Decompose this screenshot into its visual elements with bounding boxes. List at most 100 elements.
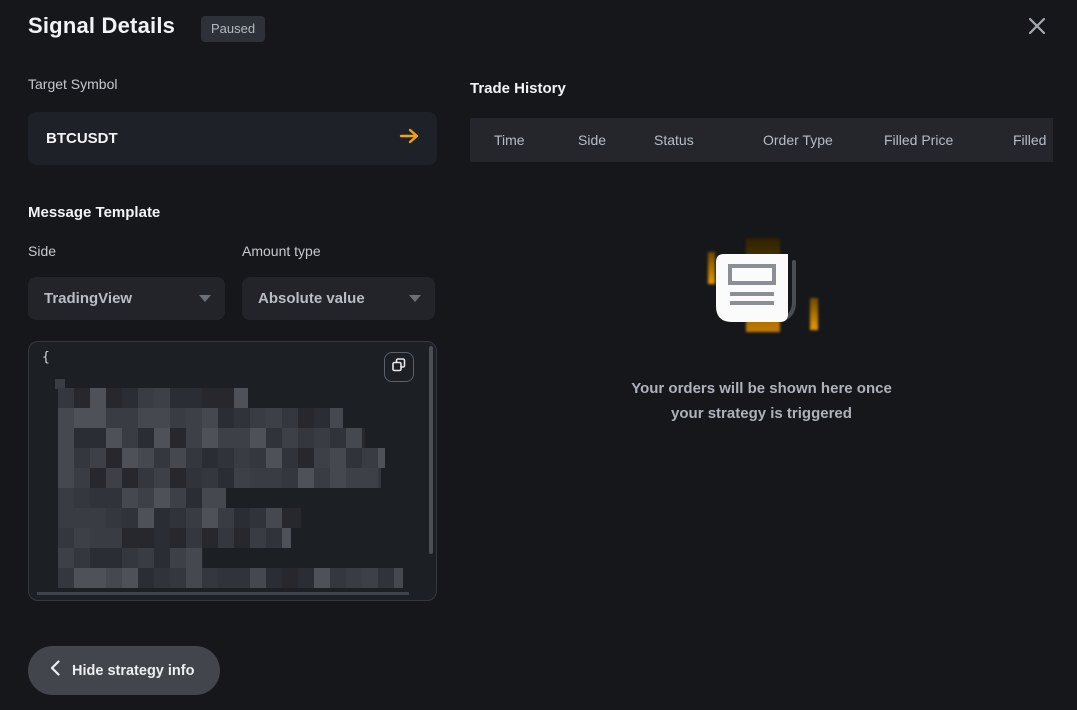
redacted-pixel <box>58 488 74 508</box>
redacted-pixel <box>58 508 74 528</box>
redacted-pixel <box>234 388 248 408</box>
redacted-pixel <box>218 468 234 488</box>
redacted-pixel <box>266 508 282 528</box>
redacted-pixel <box>314 468 330 488</box>
redacted-pixel <box>170 568 186 588</box>
redacted-pixel <box>74 508 90 528</box>
redacted-pixel <box>74 548 90 568</box>
redacted-pixel <box>74 468 90 488</box>
redacted-pixel <box>90 428 106 448</box>
column-header-time: Time <box>494 132 525 148</box>
redacted-pixel <box>314 448 330 468</box>
redacted-pixel <box>138 548 154 568</box>
vertical-scrollbar[interactable] <box>429 346 433 554</box>
column-header-status: Status <box>654 132 694 148</box>
redacted-pixel <box>154 548 170 568</box>
side-dropdown-value: TradingView <box>44 290 199 307</box>
redacted-pixel <box>218 448 234 468</box>
amount-type-dropdown[interactable]: Absolute value <box>242 277 435 320</box>
redacted-pixel <box>298 568 314 588</box>
status-badge: Paused <box>201 16 265 42</box>
trade-history-table-header: Time Side Status Order Type Filled Price… <box>470 118 1053 162</box>
redacted-pixel <box>106 428 122 448</box>
redacted-pixel <box>218 388 234 408</box>
redacted-pixel <box>202 528 218 548</box>
empty-state-line1: Your orders will be shown here once <box>470 376 1053 401</box>
redacted-pixel <box>74 528 90 548</box>
redacted-pixel <box>122 388 138 408</box>
redacted-pixel <box>154 508 170 528</box>
redacted-pixel <box>250 408 266 428</box>
redacted-pixel <box>202 428 218 448</box>
redacted-row <box>58 568 403 588</box>
redacted-pixel <box>106 388 122 408</box>
redacted-pixel <box>74 488 90 508</box>
trade-history-title: Trade History <box>470 80 566 97</box>
redacted-pixel <box>298 448 314 468</box>
chevron-down-icon <box>199 295 211 302</box>
hide-strategy-info-button[interactable]: Hide strategy info <box>28 646 220 695</box>
empty-orders-illustration <box>470 236 1053 348</box>
redacted-code-content <box>58 388 403 588</box>
redacted-pixel <box>122 448 138 468</box>
redacted-pixel <box>154 468 170 488</box>
redacted-pixel <box>234 528 250 548</box>
redacted-pixel <box>58 568 74 588</box>
side-label: Side <box>28 243 56 259</box>
redacted-pixel <box>186 508 202 528</box>
redacted-pixel <box>170 408 186 428</box>
redacted-pixel <box>202 468 218 488</box>
chevron-down-icon <box>409 295 421 302</box>
redacted-pixel <box>186 488 202 508</box>
redacted-pixel <box>282 428 298 448</box>
redacted-pixel <box>170 528 186 548</box>
redacted-pixel <box>58 388 74 408</box>
redacted-pixel <box>266 408 282 428</box>
hide-strategy-info-label: Hide strategy info <box>72 663 194 679</box>
redacted-pixel <box>298 428 314 448</box>
redacted-pixel <box>106 508 122 528</box>
copy-button[interactable] <box>384 352 414 382</box>
redacted-pixel <box>250 468 266 488</box>
message-template-code-editor[interactable]: { <box>28 341 437 601</box>
redacted-pixel <box>154 428 170 448</box>
redacted-pixel <box>202 488 218 508</box>
close-button[interactable] <box>1022 13 1052 43</box>
redacted-pixel <box>186 448 202 468</box>
redacted-pixel <box>234 568 250 588</box>
redacted-pixel <box>106 568 122 588</box>
redacted-pixel <box>138 488 154 508</box>
redacted-pixel <box>106 408 122 428</box>
arrow-right-icon[interactable] <box>399 128 419 149</box>
redacted-pixel <box>186 388 202 408</box>
target-symbol-field[interactable]: BTCUSDT <box>28 112 437 165</box>
redacted-pixel <box>330 408 343 428</box>
redacted-pixel <box>346 448 362 468</box>
redacted-pixel-row <box>37 592 409 595</box>
redacted-pixel <box>90 448 106 468</box>
redacted-pixel <box>330 448 346 468</box>
redacted-pixel <box>106 488 122 508</box>
redacted-row <box>58 428 403 448</box>
redacted-pixel <box>90 568 106 588</box>
target-symbol-label: Target Symbol <box>28 76 117 92</box>
redacted-pixel <box>138 528 154 548</box>
left-wick-bar <box>708 252 715 284</box>
redacted-pixel <box>282 528 291 548</box>
redacted-pixel <box>186 428 202 448</box>
redacted-pixel <box>122 408 138 428</box>
redacted-pixel <box>154 488 170 508</box>
side-dropdown[interactable]: TradingView <box>28 277 225 320</box>
page-title: Signal Details <box>28 13 175 39</box>
redacted-pixel <box>314 568 330 588</box>
redacted-pixel <box>282 448 298 468</box>
redacted-pixel <box>282 508 298 528</box>
redacted-pixel <box>266 468 282 488</box>
redacted-pixel <box>394 568 403 588</box>
redacted-pixel <box>138 448 154 468</box>
redacted-pixel <box>90 408 106 428</box>
redacted-pixel <box>362 568 378 588</box>
redacted-pixel <box>218 568 234 588</box>
redacted-pixel <box>346 568 362 588</box>
column-header-side: Side <box>578 132 606 148</box>
